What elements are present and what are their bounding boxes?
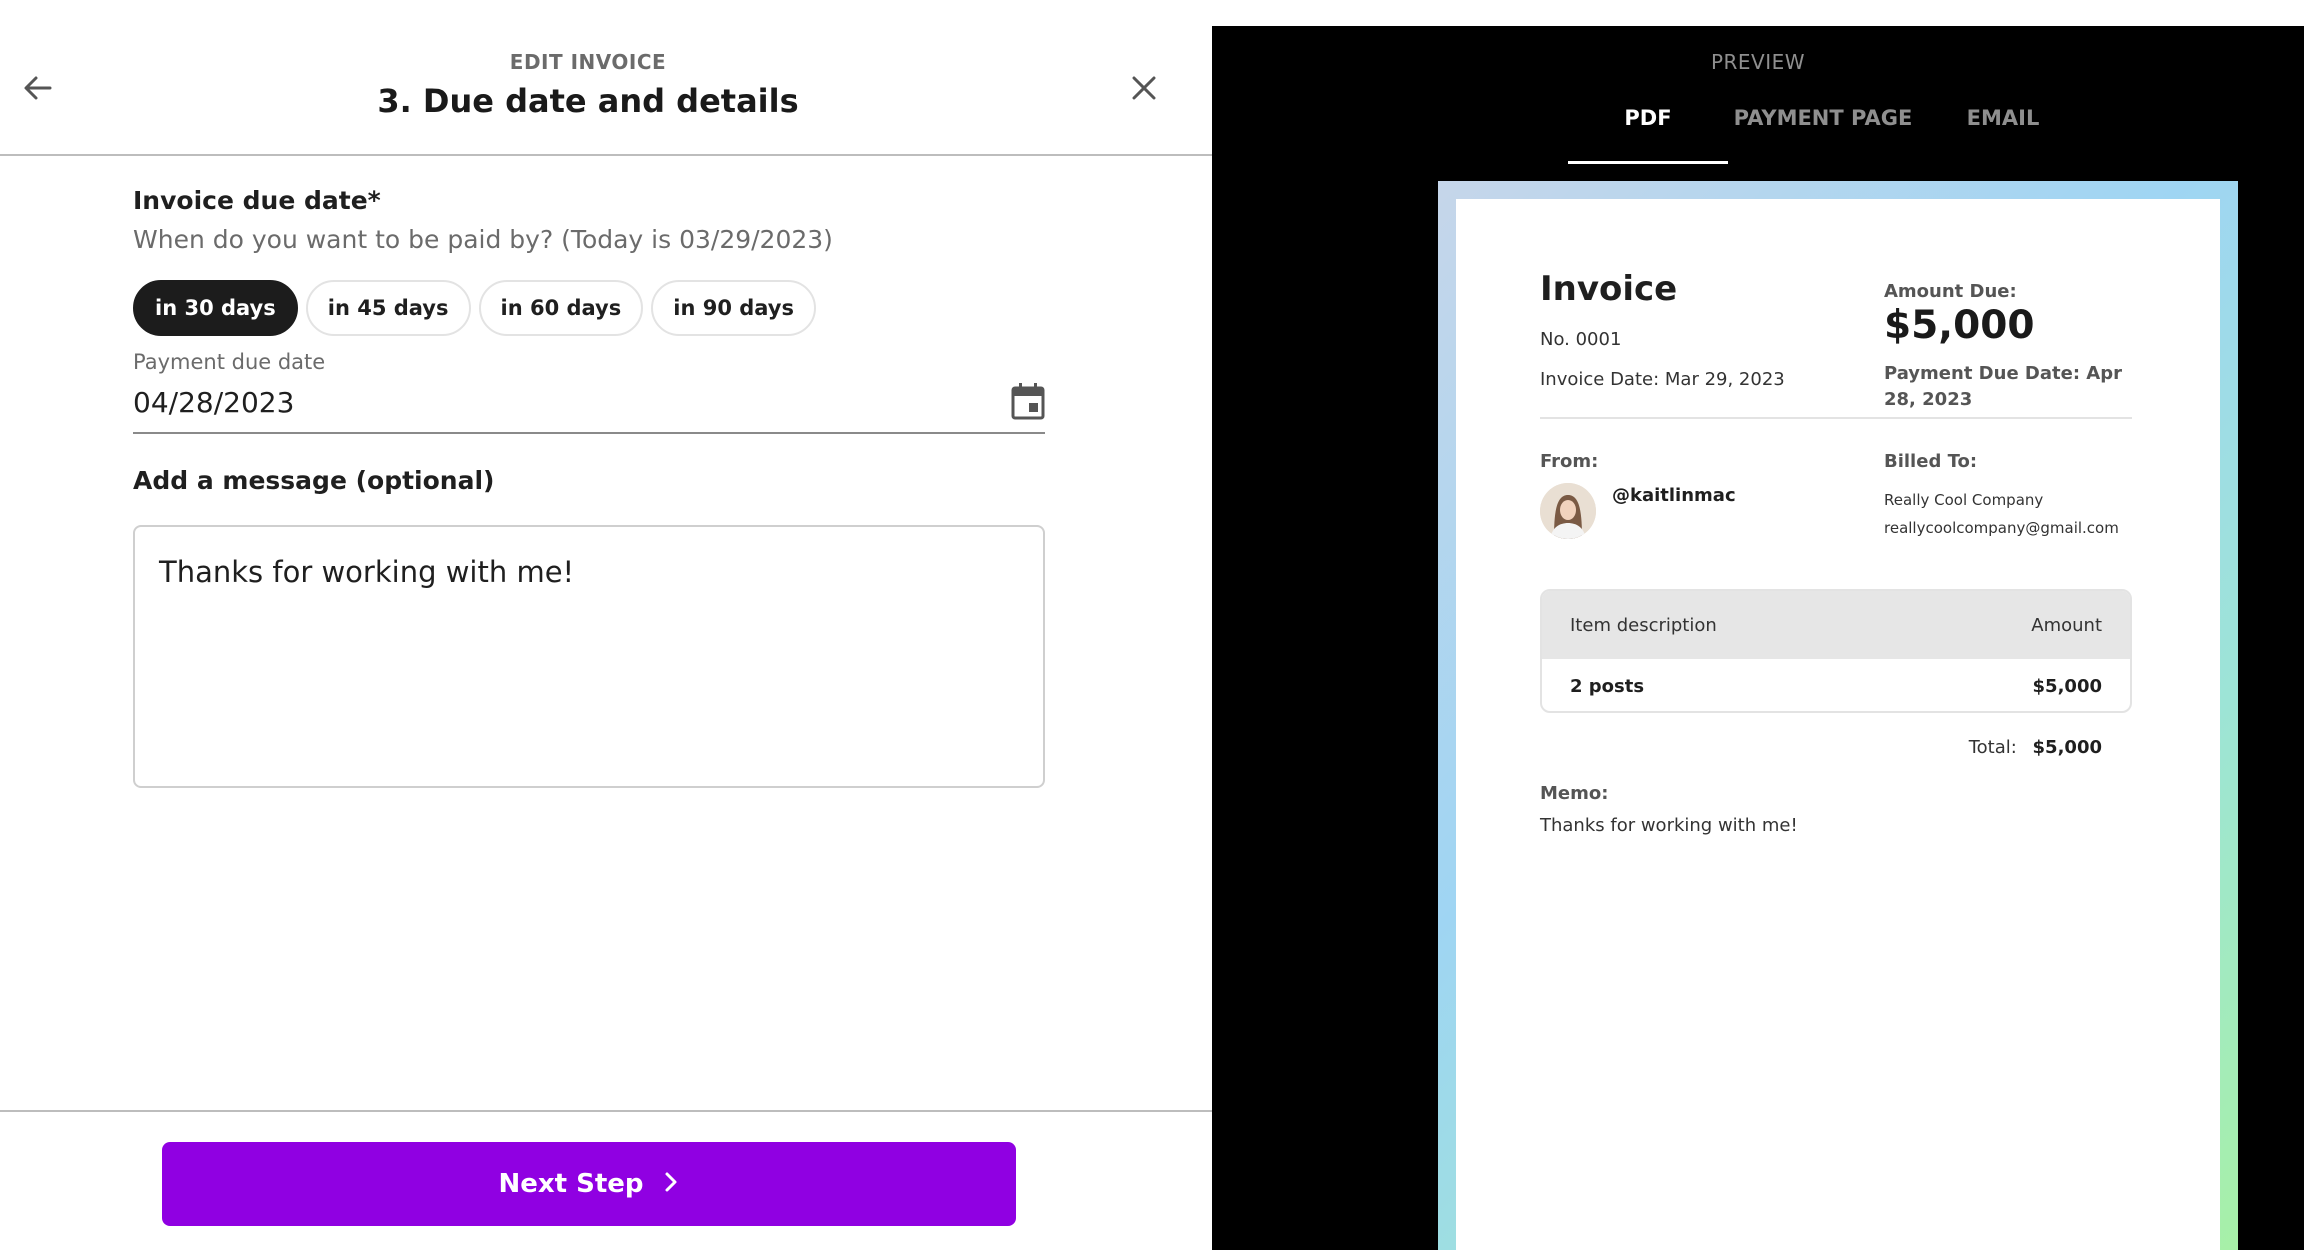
row-description: 2 posts [1570,675,1645,697]
next-step-button[interactable]: Next Step [162,1142,1016,1226]
message-label: Add a message (optional) [133,466,495,495]
billed-to-label: Billed To: [1884,451,1978,472]
calendar-icon[interactable] [1011,382,1045,420]
due-option-90-days[interactable]: in 90 days [651,280,816,336]
total-label: Total: [1968,737,2017,758]
message-textarea[interactable]: Thanks for working with me! [133,525,1045,788]
close-icon[interactable] [1124,68,1164,108]
due-option-60-days[interactable]: in 60 days [478,280,644,336]
memo-text: Thanks for working with me! [1540,815,1798,836]
editor-footer: Next Step [0,1110,1212,1250]
from-label: From: [1540,451,1599,472]
memo-label: Memo: [1540,783,1609,804]
chevron-right-icon [662,1170,680,1198]
preview-tabs: PDF PAYMENT PAGE EMAIL [1568,106,2088,164]
invoice-editor-panel: EDIT INVOICE 3. Due date and details Inv… [0,0,1212,1250]
invoice-number: No. 0001 [1540,329,1622,350]
payment-due-date-text: Payment Due Date: Apr 28, 2023 [1884,363,2122,410]
payment-due-date-input[interactable] [133,386,933,419]
billed-to-name: Really Cool Company [1884,491,2044,509]
due-date-options: in 30 days in 45 days in 60 days in 90 d… [133,280,1045,336]
due-option-45-days[interactable]: in 45 days [305,280,471,336]
tab-payment-page[interactable]: PAYMENT PAGE [1728,106,1918,164]
amount-due-label: Amount Due: [1884,281,2017,302]
billed-to-email: reallycoolcompany@gmail.com [1884,519,2119,537]
invoice-total: Total: $5,000 [1540,737,2102,758]
amount-due-value: $5,000 [1884,303,2035,348]
from-handle: @kaitlinmac [1612,485,1736,506]
editor-kicker: EDIT INVOICE [509,50,667,74]
editor-header: EDIT INVOICE 3. Due date and details [0,0,1212,156]
preview-kicker: PREVIEW [1710,50,1806,74]
table-header: Item description Amount [1542,591,2130,659]
page-title: 3. Due date and details [377,82,799,120]
line-items-table: Item description Amount 2 posts $5,000 [1540,589,2132,713]
column-header-amount: Amount [2031,614,2102,636]
due-date-form: Invoice due date* When do you want to be… [133,186,1045,788]
table-row: 2 posts $5,000 [1542,659,2130,711]
invoice-date: Invoice Date: Mar 29, 2023 [1540,369,1785,390]
total-value: $5,000 [2032,737,2102,758]
row-amount: $5,000 [2032,675,2102,697]
invoice-document: Invoice No. 0001 Invoice Date: Mar 29, 2… [1456,199,2220,1250]
preview-panel: PREVIEW PDF PAYMENT PAGE EMAIL Invoice N… [1212,26,2304,1250]
column-header-description: Item description [1570,614,1717,636]
payment-due-date-field: Payment due date [133,350,1045,434]
due-date-hint: When do you want to be paid by? (Today i… [133,225,833,254]
tab-pdf[interactable]: PDF [1568,106,1728,164]
due-option-30-days[interactable]: in 30 days [133,280,298,336]
invoice-title: Invoice [1540,269,1678,309]
next-step-label: Next Step [498,1169,644,1199]
tab-email[interactable]: EMAIL [1918,106,2088,164]
due-date-label: Invoice due date* [133,186,381,215]
divider [1540,417,2132,419]
invoice-preview-frame: Invoice No. 0001 Invoice Date: Mar 29, 2… [1438,181,2238,1250]
payment-due-date-label: Payment due date [133,350,326,374]
avatar [1540,483,1596,539]
